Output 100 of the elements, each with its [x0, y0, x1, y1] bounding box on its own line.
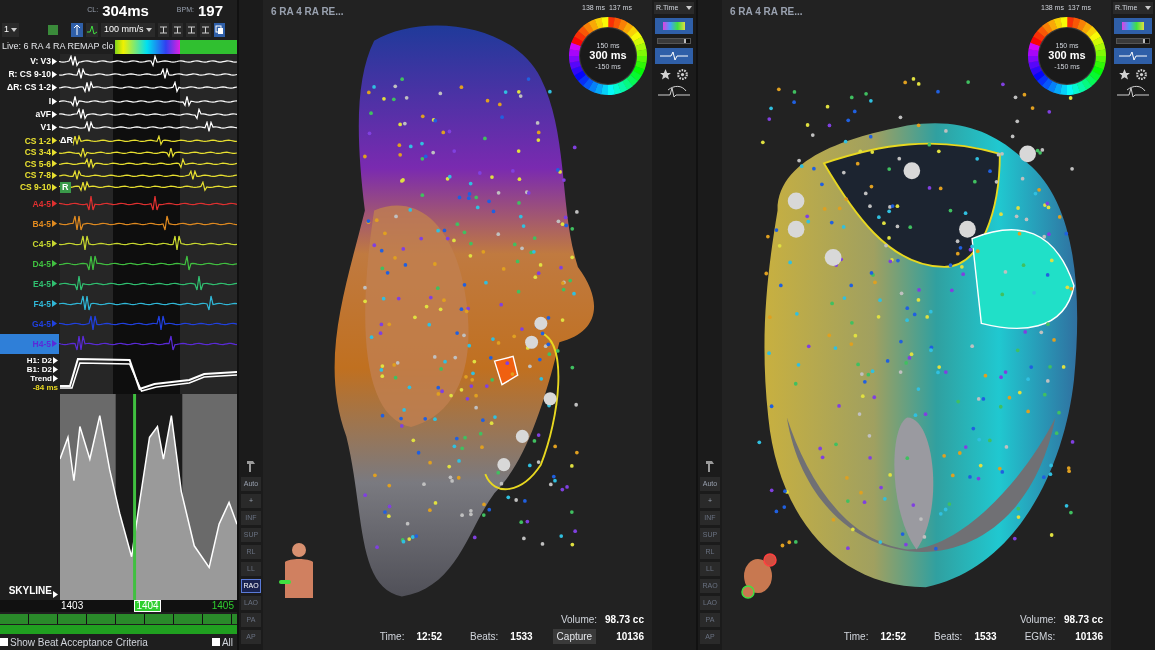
copy-icon[interactable] — [213, 23, 225, 37]
channel-label[interactable]: CS 9-10 — [19, 182, 52, 192]
caret-icon — [686, 6, 692, 10]
beat-number[interactable]: 1405 — [210, 601, 235, 611]
skyline-label: SKYLINE — [8, 584, 52, 598]
channel-select[interactable]: 1 — [2, 23, 19, 37]
checkbox[interactable] — [211, 638, 220, 646]
waveform-icon — [660, 51, 688, 61]
expand-arrow-icon[interactable] — [52, 160, 58, 168]
trend-label: Trend — [30, 373, 52, 383]
opacity-slider-track[interactable] — [1116, 38, 1150, 44]
checkbox[interactable] — [0, 638, 8, 646]
settings-icon[interactable] — [1135, 68, 1148, 81]
expand-arrow-icon[interactable] — [52, 71, 57, 78]
egms-value: 10136 — [1075, 630, 1103, 644]
channel-label[interactable]: B4-5 — [32, 219, 51, 229]
beat-number[interactable]: 1403 — [60, 601, 85, 611]
waveform-icon — [1119, 51, 1147, 61]
record-icon[interactable] — [46, 23, 60, 37]
beats-label: Beats: — [934, 630, 963, 644]
expand-arrow-icon[interactable] — [52, 137, 58, 145]
expand-arrow-icon[interactable] — [52, 300, 57, 308]
bpm-value: 197 — [197, 2, 223, 18]
waveform-button[interactable] — [1114, 48, 1152, 64]
volume-label: Volume: — [1019, 613, 1057, 627]
star-icon[interactable] — [1118, 68, 1131, 81]
time-label: Time: — [379, 630, 405, 644]
opacity-slider-fill[interactable] — [1117, 39, 1146, 43]
capture-button[interactable]: Capture — [552, 629, 597, 644]
channel-label[interactable]: F4-5 — [33, 299, 51, 309]
channel-label[interactable]: V: V3 — [30, 57, 51, 66]
expand-arrow-icon[interactable] — [52, 260, 57, 268]
trend-value: -84 ms — [32, 382, 58, 392]
map-title: 6 RA 4 RA RE... — [730, 4, 803, 19]
trend-label: H1: D2 — [26, 355, 52, 365]
expand-arrow-icon[interactable] — [52, 84, 57, 91]
channel-label[interactable]: D4-5 — [32, 259, 51, 269]
channel-label[interactable]: E4-5 — [33, 279, 51, 289]
trend-label: B1: D2 — [26, 364, 52, 374]
volume-label: Volume: — [560, 613, 598, 627]
live-map-name: Live: 6 RA 4 RA REMAP clo — [0, 40, 116, 54]
rainbow-icon — [663, 22, 685, 30]
channel-label[interactable]: V1 — [40, 123, 51, 132]
cursor-icon[interactable] — [71, 23, 83, 37]
reference-marker: ΔR — [60, 136, 74, 146]
beat-acceptance-label: Show Beat Acceptance Criteria — [10, 635, 148, 650]
expand-arrow-icon[interactable] — [52, 148, 58, 156]
beats-label: Beats: — [470, 630, 499, 644]
waveform-button[interactable] — [655, 48, 693, 64]
color-bar-button[interactable] — [1114, 18, 1152, 34]
channel-label[interactable]: aVF — [35, 110, 51, 119]
sweep-speed-select[interactable]: 100 mm/s — [101, 23, 155, 37]
scale-cycle-length: 300 ms — [1048, 49, 1086, 63]
channel-label[interactable]: CS 1-2 — [24, 136, 52, 146]
color-bar-button[interactable] — [655, 18, 693, 34]
expand-arrow-icon[interactable] — [52, 240, 57, 248]
volume-value: 98.73 cc — [605, 613, 644, 627]
expand-arrow-icon[interactable] — [52, 98, 57, 105]
channel-label[interactable]: ΔR: CS 1-2 — [7, 83, 51, 92]
channel-label[interactable]: R: CS 9-10 — [8, 70, 51, 79]
egms-value: 10136 — [616, 630, 644, 644]
curve-signal-icon[interactable] — [656, 85, 692, 99]
channel-label[interactable]: I — [48, 97, 51, 106]
map-title: 6 RA 4 RA RE... — [271, 4, 344, 19]
time-label: Time: — [843, 630, 869, 644]
reference-marker: R — [60, 181, 71, 193]
caliper-icon[interactable] — [171, 23, 183, 37]
expand-arrow-icon[interactable] — [52, 280, 57, 288]
channel-label[interactable]: CS 3-4 — [24, 148, 52, 157]
expand-arrow-icon[interactable] — [53, 591, 58, 598]
expand-arrow-icon[interactable] — [52, 172, 58, 180]
channel-label[interactable]: C4-5 — [32, 239, 51, 249]
caliper-icon[interactable] — [157, 23, 169, 37]
caret-icon — [11, 28, 17, 32]
volume-value: 98.73 cc — [1064, 613, 1103, 627]
opacity-slider-fill[interactable] — [658, 39, 687, 43]
expand-arrow-icon[interactable] — [52, 124, 57, 131]
opacity-slider-track[interactable] — [657, 38, 691, 44]
caliper-icon[interactable] — [199, 23, 211, 37]
expand-arrow-icon[interactable] — [52, 183, 58, 191]
time-value: 12:52 — [880, 630, 906, 644]
channel-label[interactable]: A4-5 — [32, 199, 51, 209]
cycle-length-value: 304ms — [102, 2, 149, 18]
rainbow-icon — [1122, 22, 1144, 30]
egms-label: EGMs: — [1024, 630, 1056, 644]
scale-cycle-length: 300 ms — [589, 49, 627, 63]
channel-label[interactable]: CS 5-6 — [24, 159, 52, 169]
expand-arrow-icon[interactable] — [52, 220, 57, 228]
curve-signal-icon[interactable] — [1115, 85, 1151, 99]
beats-value: 1533 — [974, 630, 997, 644]
beats-value: 1533 — [510, 630, 533, 644]
settings-icon[interactable] — [676, 68, 689, 81]
channel-label[interactable]: CS 7-8 — [24, 171, 52, 180]
caliper-icon[interactable] — [185, 23, 197, 37]
waveform-icon[interactable] — [86, 23, 98, 37]
expand-arrow-icon[interactable] — [52, 111, 57, 118]
star-icon[interactable] — [659, 68, 672, 81]
caret-icon — [145, 28, 152, 32]
time-value: 12:52 — [416, 630, 442, 644]
expand-arrow-icon[interactable] — [52, 58, 57, 65]
